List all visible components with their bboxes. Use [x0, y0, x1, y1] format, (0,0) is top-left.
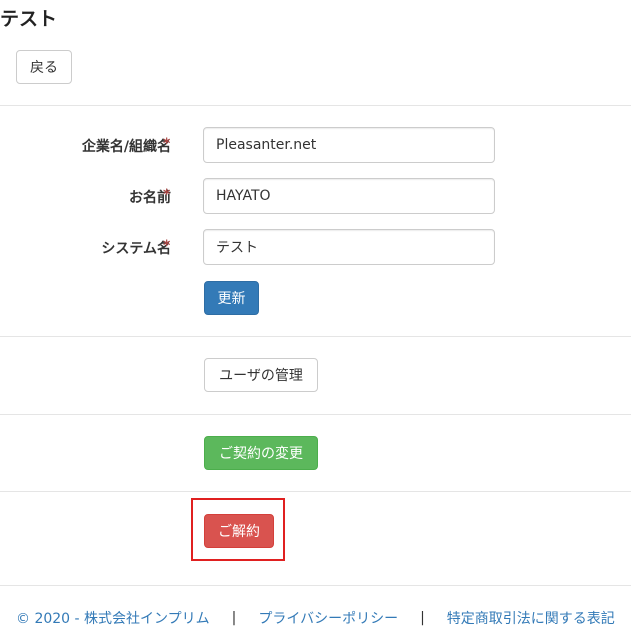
cancel-contract-button[interactable]: ご解約 [204, 514, 274, 548]
footer-separator: | [420, 610, 425, 626]
footer: © 2020 - 株式会社インプリム | プライバシーポリシー | 特定商取引法… [0, 602, 631, 634]
update-button[interactable]: 更新 [204, 281, 259, 315]
divider [0, 336, 631, 337]
required-mark: * [163, 136, 171, 152]
privacy-policy-link[interactable]: プライバシーポリシー [258, 608, 398, 628]
footer-separator: | [231, 610, 237, 626]
name-input[interactable] [203, 178, 495, 214]
back-button[interactable]: 戻る [16, 50, 72, 84]
system-label: システム名 [101, 241, 171, 257]
company-input[interactable] [203, 127, 495, 163]
manage-users-button[interactable]: ユーザの管理 [204, 358, 318, 392]
commerce-law-link[interactable]: 特定商取引法に関する表記 [447, 608, 615, 628]
divider [0, 105, 631, 106]
change-contract-button[interactable]: ご契約の変更 [204, 436, 318, 470]
divider [0, 585, 631, 586]
divider [0, 414, 631, 415]
copyright-link[interactable]: © 2020 - 株式会社インプリム [16, 608, 210, 628]
required-mark: * [163, 187, 171, 203]
divider [0, 491, 631, 492]
required-mark: * [163, 238, 171, 254]
company-label: 企業名/組織名 [81, 139, 171, 155]
system-input[interactable] [203, 229, 495, 265]
page-title: テスト [0, 8, 58, 30]
